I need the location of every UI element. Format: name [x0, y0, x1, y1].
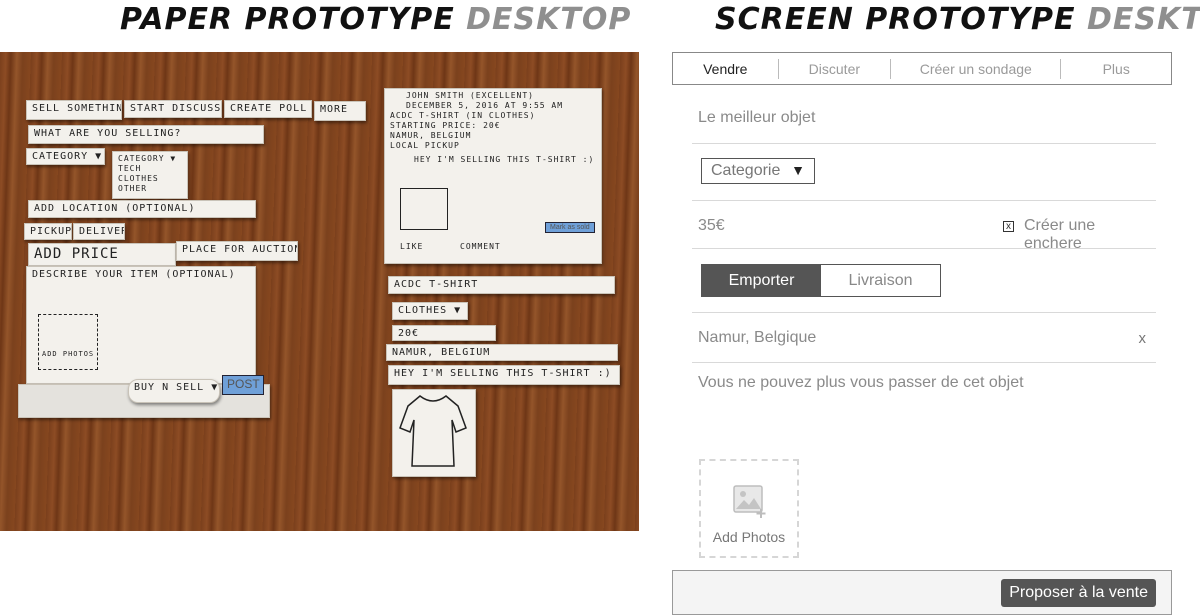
tab-creer-sondage[interactable]: Créer un sondage: [891, 53, 1060, 84]
paper-text: Clothes: [118, 174, 159, 183]
paper-text: 20€: [398, 328, 420, 339]
paper-category-dropdown: Category ▼ Tech Clothes Other: [112, 151, 188, 199]
delivery-toggle: Emporter Livraison: [701, 264, 941, 297]
paper-text: Like: [400, 242, 424, 251]
paper-text: Create poll: [230, 103, 308, 114]
paper-like: Like: [400, 242, 444, 256]
screen-prototype: Vendre Discuter Créer un sondage Plus Ca…: [672, 52, 1172, 615]
tab-vendre[interactable]: Vendre: [673, 53, 778, 84]
bottom-action-bar: Proposer à la vente: [672, 570, 1172, 615]
paper-text: Comment: [460, 242, 501, 251]
paper-text: Category ▼: [32, 151, 103, 162]
auction-checkbox[interactable]: x: [1003, 221, 1014, 232]
tab-bar: Vendre Discuter Créer un sondage Plus: [672, 52, 1172, 85]
clear-location-icon[interactable]: x: [1139, 330, 1147, 347]
paper-text: What are you selling?: [34, 128, 182, 139]
location-field-row: Namur, Belgique x: [692, 313, 1156, 363]
paper-text: Buy n Sell ▼: [134, 382, 219, 393]
auction-label: Créer une enchere: [1024, 217, 1096, 252]
paper-text: Add price: [34, 246, 119, 262]
add-photo-icon: [733, 485, 766, 518]
paper-text: Namur, Belgium: [392, 347, 491, 358]
paper-text: Starting price: 20€: [390, 121, 501, 130]
paper-text: ACDC T-shirt: [394, 279, 479, 290]
paper-text: Add location (optional): [34, 203, 196, 214]
paper-buy-n-sell: Buy n Sell ▼: [128, 379, 220, 403]
paper-post-button: POST: [222, 375, 264, 395]
paper-category: Category ▼: [26, 148, 105, 165]
paper-prototype-photo: Sell something Start discussion Create p…: [0, 52, 639, 531]
paper-text: Namur, Belgium: [390, 131, 472, 140]
paper-tab-sell: Sell something: [26, 100, 122, 120]
paper-add-price: Add price: [28, 243, 176, 266]
paper-text: Add photos: [42, 350, 94, 358]
heading-light-text: DESKTOP: [1086, 2, 1200, 37]
price-input[interactable]: [698, 217, 898, 235]
paper-prototype-heading: PAPER PROTOTYPE DESKTOP: [120, 2, 631, 37]
add-photos-button[interactable]: Add Photos: [699, 459, 799, 558]
heading-dark-text: PAPER PROTOTYPE: [120, 2, 455, 37]
paper-tab-poll: Create poll: [224, 100, 312, 118]
tab-plus[interactable]: Plus: [1061, 53, 1171, 84]
paper-text: Hey I'm selling this T-shirt :): [414, 155, 595, 164]
paper-tab-more: More: [314, 101, 366, 121]
paper-text: Mark as sold: [550, 224, 590, 231]
paper-text: POST: [227, 377, 260, 391]
paper-text: Hey I'm selling this T-shirt :): [394, 368, 612, 379]
title-field-row: [692, 92, 1156, 144]
paper-question: What are you selling?: [28, 125, 264, 144]
paper-text: John Smith (excellent): [406, 91, 534, 100]
paper-text: Sell something: [32, 103, 122, 114]
heading-dark-text: SCREEN PROTOTYPE: [715, 2, 1076, 37]
paper-text: ACDC T-shirt (in clothes): [390, 111, 536, 120]
price-field-row: x Créer une enchere: [692, 201, 1156, 252]
paper-text: Start discussion: [130, 103, 222, 114]
heading-light-text: DESKTOP: [466, 2, 632, 37]
tshirt-sketch-icon: [399, 395, 467, 467]
paper-text: Category ▼: [118, 154, 177, 163]
paper-text: Place for auction: [182, 244, 298, 255]
paper-text: Describe your item (optional): [32, 269, 236, 280]
paper-mark-sold: Mark as sold: [545, 222, 595, 233]
paper-text: Tech: [118, 164, 142, 173]
paper-text: Other: [118, 184, 148, 193]
category-select-label: Categorie: [711, 162, 781, 179]
paper-add-photos-label: Add photos: [42, 350, 94, 364]
title-input[interactable]: [698, 109, 1138, 127]
category-field-row: Categorie ▼: [692, 144, 1156, 201]
dropdown-arrow-icon: ▼: [791, 162, 805, 178]
paper-delivery: Delivery: [73, 223, 125, 240]
category-select[interactable]: Categorie ▼: [701, 158, 815, 184]
paper-tshirt-thumbnail: [400, 188, 448, 230]
delivery-option-livraison[interactable]: Livraison: [821, 265, 940, 296]
paper-text: Clothes ▼: [398, 305, 462, 316]
paper-text: More: [320, 104, 349, 115]
paper-strip-desc: Hey I'm selling this T-shirt :): [388, 365, 620, 385]
paper-strip-price: 20€: [392, 325, 496, 341]
add-photos-label: Add Photos: [712, 529, 786, 545]
paper-tshirt-sketch: [392, 389, 476, 477]
paper-tab-discussion: Start discussion: [124, 100, 222, 118]
paper-text: Delivery: [79, 226, 124, 237]
paper-text: December 5, 2016 at 9:55 AM: [406, 101, 564, 110]
screen-prototype-heading: SCREEN PROTOTYPE DESKTOP: [715, 2, 1200, 37]
delivery-field-row: Emporter Livraison: [692, 249, 1156, 313]
paper-text: Pickup: [30, 226, 72, 237]
paper-comment: Comment: [460, 242, 524, 256]
paper-strip-title: ACDC T-shirt: [388, 276, 615, 294]
paper-add-location: Add location (optional): [28, 200, 256, 218]
description-textarea[interactable]: [698, 374, 1138, 434]
tab-discuter[interactable]: Discuter: [779, 53, 891, 84]
paper-auction: Place for auction: [176, 241, 298, 261]
paper-strip-location: Namur, Belgium: [386, 344, 618, 361]
submit-sale-button[interactable]: Proposer à la vente: [1001, 579, 1156, 607]
paper-strip-category: Clothes ▼: [392, 302, 468, 320]
delivery-option-emporter[interactable]: Emporter: [702, 265, 821, 296]
paper-post-card: John Smith (excellent) December 5, 2016 …: [384, 88, 602, 264]
location-input[interactable]: Namur, Belgique: [698, 329, 816, 347]
paper-pickup: Pickup: [24, 223, 72, 240]
paper-text: Local pickup: [390, 141, 460, 150]
